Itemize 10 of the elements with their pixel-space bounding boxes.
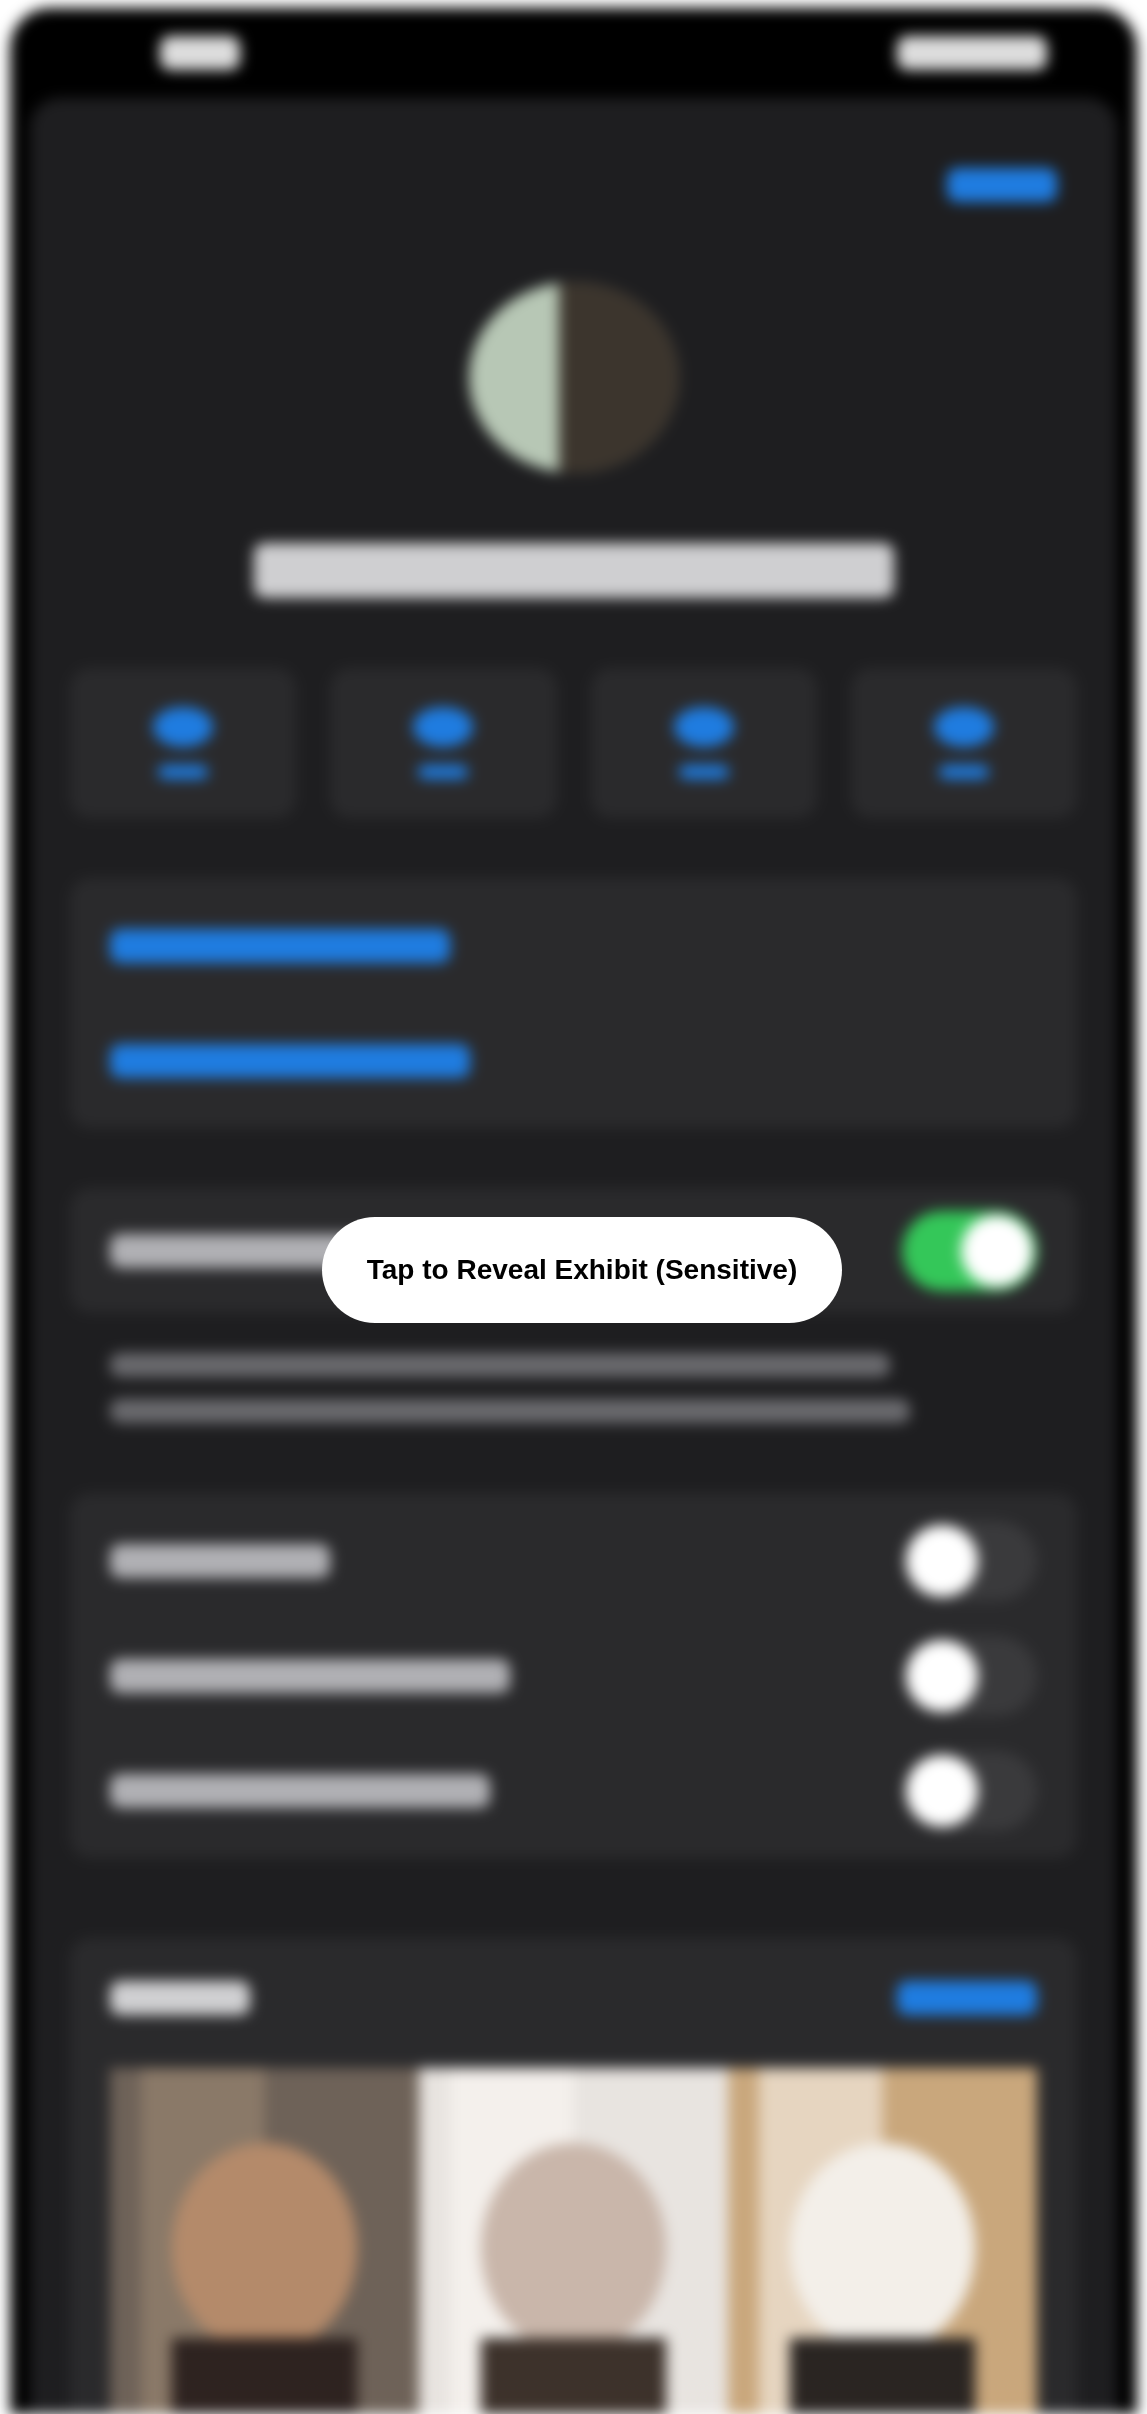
blurred-icon (673, 707, 734, 747)
blurred-icon (933, 707, 994, 747)
blurred-text (158, 765, 209, 779)
blurred-icon (153, 707, 214, 747)
toggle-switch[interactable] (902, 1210, 1037, 1291)
blurred-icon (413, 707, 474, 747)
blurred-text (938, 765, 989, 779)
blurred-text (678, 765, 729, 779)
blurred-text (418, 765, 469, 779)
reveal-button[interactable]: Tap to Reveal Exhibit (Sensitive) (322, 1217, 842, 1323)
